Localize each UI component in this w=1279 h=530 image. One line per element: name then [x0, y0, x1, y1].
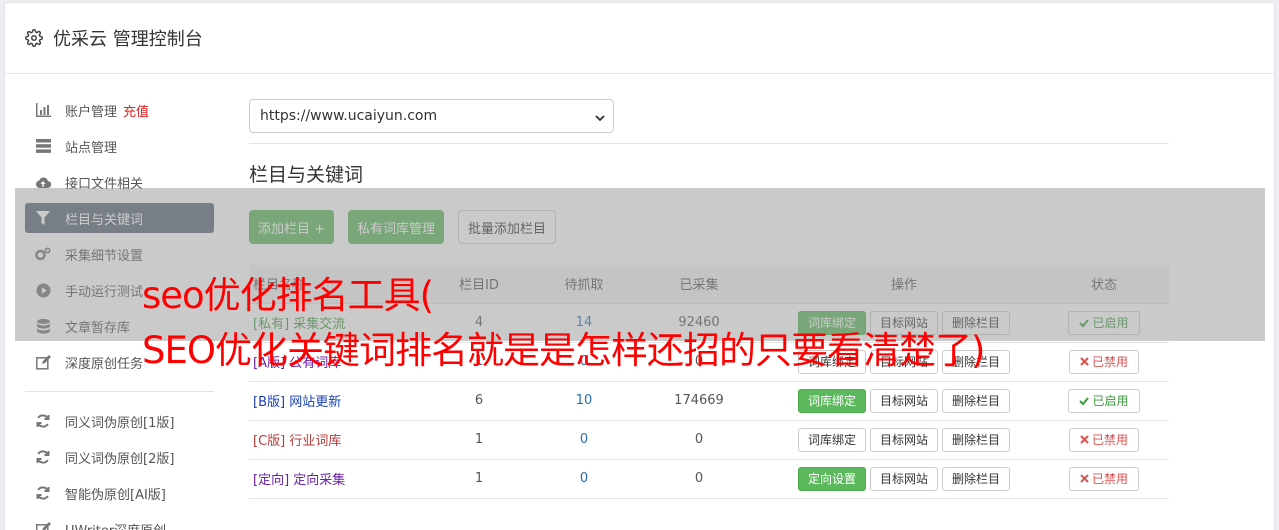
sidebar-item-synonym-v1[interactable]: 同义词伪原创[1版] [25, 406, 214, 436]
overlay-caption: seo优化排名工具( SEO优化关键词排名就是是怎样还招的只要看清楚了) [142, 268, 985, 378]
column-id: 1 [474, 471, 484, 486]
status-label: 已启用 [1092, 394, 1129, 408]
sidebar-item-sites[interactable]: 站点管理 [25, 131, 214, 161]
status-label: 已禁用 [1091, 433, 1128, 447]
site-select[interactable]: https://www.ucaiyun.com [249, 99, 614, 133]
column-name-cell[interactable]: [C版] 行业词库 [249, 420, 419, 459]
status-label: 已禁用 [1091, 355, 1128, 369]
column-id: 1 [474, 432, 484, 447]
delete-column-button[interactable]: 删除栏目 [942, 427, 1011, 452]
page-title: 优采云 管理控制台 [53, 29, 203, 50]
column-name: 定向采集 [293, 473, 346, 488]
pending-count: 10 [575, 393, 593, 408]
operations-cell: 词库绑定目标网站删除栏目 [769, 420, 1039, 459]
page-header: 优采云 管理控制台 [5, 3, 1274, 74]
bind-library-button[interactable]: 词库绑定 [797, 388, 866, 413]
sidebar-item-uwriter[interactable]: UWriter深度原创 [25, 514, 214, 530]
pending-count: 0 [579, 471, 589, 486]
sidebar-item-ai-rewrite[interactable]: 智能伪原创[AI版] [25, 478, 214, 508]
delete-column-button[interactable]: 删除栏目 [942, 388, 1011, 413]
status-toggle-button[interactable]: 已启用 [1068, 388, 1140, 413]
chevron-down-icon [595, 111, 605, 122]
edit-icon [35, 354, 51, 370]
sidebar-item-account[interactable]: 账户管理 充值 [25, 95, 214, 125]
overlay-line-2: SEO优化关键词排名就是是怎样还招的只要看清楚了) [142, 329, 985, 372]
column-tag: [定向] [253, 473, 290, 488]
operations-cell: 定向设置 目标网站 删除栏目 [769, 459, 1039, 498]
status-toggle-button[interactable]: 已禁用 [1068, 427, 1139, 452]
collected-count: 0 [694, 432, 704, 447]
refresh-icon [35, 413, 51, 429]
sidebar-item-label: 智能伪原创[AI版] [65, 487, 166, 503]
column-name-cell[interactable]: [定向] 定向采集 [249, 459, 419, 498]
column-id: 6 [474, 393, 484, 408]
status-cell: 已禁用 [1039, 459, 1169, 498]
target-site-button[interactable]: 目标网站 [869, 388, 938, 413]
sidebar-item-label: 深度原创任务 [65, 356, 144, 372]
status-toggle-button[interactable]: 已禁用 [1068, 466, 1139, 491]
close-icon [1080, 435, 1089, 444]
column-name: 行业词库 [289, 434, 342, 449]
status-cell: 已启用 [1039, 381, 1169, 420]
edit-icon [35, 521, 51, 530]
server-icon [35, 138, 51, 154]
pending-count: 0 [579, 432, 589, 447]
operations-cell: 词库绑定目标网站删除栏目 [769, 381, 1039, 420]
column-tag: [C版] [253, 434, 286, 449]
bar-chart-icon [35, 102, 51, 118]
refresh-icon [35, 485, 51, 501]
column-tag: [B版] [253, 395, 286, 410]
recharge-link[interactable]: 充值 [123, 101, 149, 120]
close-icon [1080, 357, 1089, 366]
table-row: [C版] 行业词库 1 0 0 词库绑定 目标网站 删除栏目 已禁用 [249, 420, 1169, 459]
table-row: [定向] 定向采集 1 0 0 定向设置 目标网站 删除栏目 已禁用 [249, 459, 1169, 498]
status-cell: 已禁用 [1039, 342, 1169, 381]
target-site-button[interactable]: 目标网站 [869, 427, 938, 452]
gear-icon [25, 29, 43, 47]
sidebar-item-label: 同义词伪原创[2版] [65, 451, 175, 467]
bind-library-button[interactable]: 定向设置 [797, 466, 866, 491]
status-cell: 已禁用 [1039, 420, 1169, 459]
sidebar-item-label: UWriter深度原创 [65, 520, 166, 530]
status-label: 已禁用 [1091, 472, 1128, 486]
overlay-line-1: seo优化排名工具( [142, 274, 434, 317]
sidebar-divider [25, 391, 214, 392]
section-title: 栏目与关键词 [249, 164, 364, 186]
column-name-cell[interactable]: [B版] 网站更新 [249, 381, 419, 420]
collected-count: 0 [694, 471, 704, 486]
column-name: 网站更新 [289, 395, 342, 410]
refresh-icon [35, 449, 51, 465]
sidebar-item-label: 同义词伪原创[1版] [65, 415, 175, 431]
sidebar-item-label: 站点管理 [65, 140, 118, 156]
site-select-value: https://www.ucaiyun.com [260, 108, 438, 124]
delete-column-button[interactable]: 删除栏目 [942, 466, 1011, 491]
target-site-button[interactable]: 目标网站 [869, 466, 938, 491]
check-icon [1079, 396, 1090, 406]
bind-library-button[interactable]: 词库绑定 [797, 427, 866, 452]
collected-count: 174669 [674, 393, 724, 408]
status-toggle-button[interactable]: 已禁用 [1068, 349, 1139, 374]
sidebar-item-label: 账户管理 [65, 104, 118, 120]
sidebar-item-synonym-v2[interactable]: 同义词伪原创[2版] [25, 442, 214, 472]
close-icon [1080, 474, 1089, 483]
table-row: [B版] 网站更新 6 10 174669 词库绑定 目标网站 删除栏目 已启用 [249, 381, 1169, 420]
divider [249, 143, 1169, 144]
